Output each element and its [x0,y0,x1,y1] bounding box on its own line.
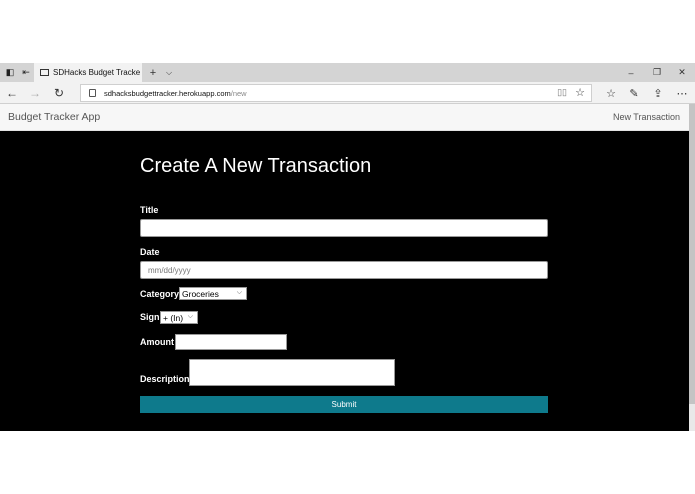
app-brand-link[interactable]: Budget Tracker App [8,111,100,123]
tab-preview-icon[interactable]: ⇤ [17,63,35,82]
sign-select[interactable]: + (In) ⌵ [160,311,198,324]
tab-title: SDHacks Budget Tracke [53,68,141,77]
page-title: Create A New Transaction [140,155,372,177]
title-label: Title [140,205,159,215]
url-path: /new [230,88,247,98]
pen-notes-icon[interactable]: ✎ [623,82,645,104]
back-arrow-icon[interactable]: ← [1,82,23,104]
scrollbar-thumb[interactable] [689,104,695,404]
transaction-form-section: Create A New Transaction Title Date mm/d… [0,131,689,431]
browser-window: ◧ ⇤ SDHacks Budget Tracke + ⌵ – ❐ ✕ ← → … [0,0,695,494]
submit-button[interactable]: Submit [140,396,548,413]
category-label: Category [140,289,180,299]
chevron-down-icon: ⌵ [187,313,193,320]
new-tab-button[interactable]: + [146,63,160,82]
share-icon[interactable]: ⇪ [647,82,669,104]
address-bar-row: ← → ↻ sdhacksbudgettracker.herokuapp.com… [0,82,695,104]
more-options-icon[interactable]: ⋯ [671,82,693,104]
date-input[interactable]: mm/dd/yyyy [140,261,548,279]
new-transaction-link[interactable]: New Transaction [613,112,680,122]
chevron-down-icon: ⌵ [236,289,242,296]
category-select[interactable]: Groceries ⌵ [179,287,247,300]
sign-selected-value: + (In) [163,312,184,323]
favorite-star-icon[interactable]: ☆ [575,86,585,99]
description-label: Description [140,374,190,384]
title-input[interactable] [140,219,548,237]
minimize-icon[interactable]: – [619,63,643,82]
active-tab[interactable]: SDHacks Budget Tracke [34,63,142,82]
reading-view-icon[interactable]: ▯▯ [557,87,567,98]
tab-bar: ◧ ⇤ SDHacks Budget Tracke + ⌵ – ❐ ✕ [0,63,695,82]
description-textarea[interactable] [189,359,395,386]
lock-icon [89,89,96,97]
date-label: Date [140,247,160,257]
tab-list-chevron-icon[interactable]: ⌵ [162,63,176,82]
refresh-icon[interactable]: ↻ [48,82,70,104]
url-field[interactable]: sdhacksbudgettracker.herokuapp.com/new ▯… [80,84,592,102]
category-selected-value: Groceries [182,288,219,299]
page-icon [40,69,49,76]
amount-label: Amount [140,337,174,347]
url-domain: sdhacksbudgettracker.herokuapp.com [104,88,231,98]
favorites-hub-icon[interactable]: ☆ [600,82,622,104]
sign-label: Sign [140,312,160,322]
app-navbar: Budget Tracker App New Transaction [0,104,689,131]
amount-input[interactable] [175,334,287,350]
close-icon[interactable]: ✕ [670,63,694,82]
forward-arrow-icon[interactable]: → [24,82,46,104]
restore-icon[interactable]: ❐ [645,63,669,82]
